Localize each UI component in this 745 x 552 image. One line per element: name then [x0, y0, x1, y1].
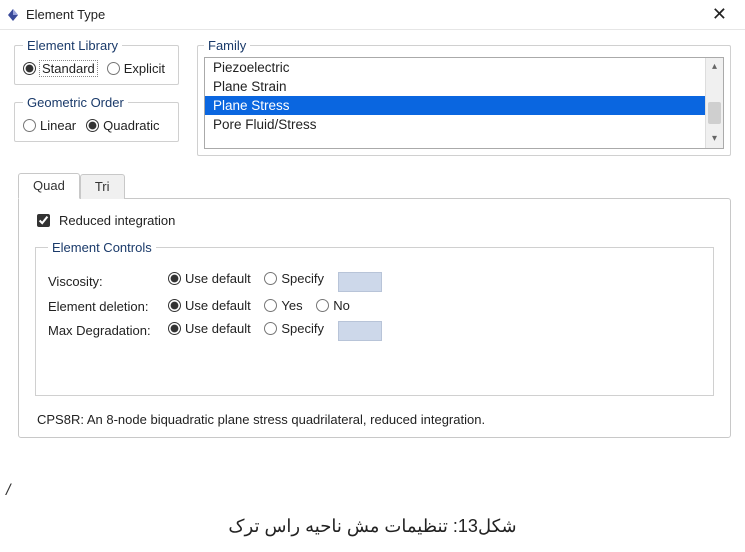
scroll-thumb[interactable]: [708, 102, 721, 124]
scroll-up-icon[interactable]: ▴: [706, 58, 723, 76]
reduced-integration-checkbox[interactable]: [37, 214, 50, 227]
max-degradation-use-default-input[interactable]: [168, 322, 181, 335]
family-item-1[interactable]: Plane Strain: [205, 77, 705, 96]
viscosity-specify[interactable]: Specify: [264, 271, 324, 286]
upper-panel: Element Library Standard Explicit Geomet…: [0, 30, 745, 166]
viscosity-value-field[interactable]: [338, 272, 382, 292]
viscosity-specify-input[interactable]: [264, 272, 277, 285]
app-icon: [6, 8, 20, 22]
radio-standard[interactable]: Standard: [23, 61, 97, 76]
tab-pane-quad: Reduced integration Element Controls Vis…: [18, 198, 731, 438]
max-degradation-use-default[interactable]: Use default: [168, 321, 251, 336]
max-degradation-specify[interactable]: Specify: [264, 321, 324, 336]
max-degradation-value-field[interactable]: [338, 321, 382, 341]
family-item-2[interactable]: Plane Stress: [205, 96, 705, 115]
element-deletion-label: Element deletion:: [48, 298, 168, 315]
radio-explicit-label: Explicit: [124, 61, 165, 76]
figure-caption: شکل13: تنظیمات مش ناحیه راس ترک: [0, 516, 745, 537]
scroll-down-icon[interactable]: ▾: [706, 130, 723, 148]
element-deletion-use-default[interactable]: Use default: [168, 298, 251, 313]
radio-standard-label: Standard: [40, 61, 97, 76]
max-degradation-use-default-text: Use default: [185, 321, 251, 336]
radio-quadratic-label: Quadratic: [103, 118, 159, 133]
title-bar: Element Type ✕: [0, 0, 745, 30]
element-library-group: Element Library Standard Explicit: [14, 38, 179, 85]
geometric-order-legend: Geometric Order: [23, 95, 128, 110]
family-group: Family Piezoelectric Plane Strain Plane …: [197, 38, 731, 156]
viscosity-use-default-text: Use default: [185, 271, 251, 286]
geometric-order-group: Geometric Order Linear Quadratic: [14, 95, 179, 142]
radio-standard-input[interactable]: [23, 62, 36, 75]
element-library-legend: Element Library: [23, 38, 122, 53]
element-controls-legend: Element Controls: [48, 240, 156, 255]
viscosity-label: Viscosity:: [48, 271, 168, 292]
radio-explicit-input[interactable]: [107, 62, 120, 75]
element-deletion-use-default-text: Use default: [185, 298, 251, 313]
family-item-0[interactable]: Piezoelectric: [205, 58, 705, 77]
family-listbox[interactable]: Piezoelectric Plane Strain Plane Stress …: [204, 57, 724, 149]
radio-linear-input[interactable]: [23, 119, 36, 132]
lower-panel: Quad Tri Reduced integration Element Con…: [0, 166, 745, 438]
radio-linear-label: Linear: [40, 118, 76, 133]
element-deletion-no-input[interactable]: [316, 299, 329, 312]
stray-slash: /: [6, 482, 10, 500]
tab-tri[interactable]: Tri: [80, 174, 125, 199]
family-item-3[interactable]: Pore Fluid/Stress: [205, 115, 705, 134]
family-scrollbar[interactable]: ▴ ▾: [705, 58, 723, 148]
family-legend: Family: [204, 38, 250, 53]
tab-strip: Quad Tri: [18, 172, 731, 198]
radio-quadratic[interactable]: Quadratic: [86, 118, 159, 133]
close-button[interactable]: ✕: [702, 5, 737, 23]
element-deletion-no-text: No: [333, 298, 350, 313]
window-title: Element Type: [26, 7, 702, 22]
max-degradation-specify-text: Specify: [281, 321, 324, 336]
reduced-integration-label: Reduced integration: [59, 213, 175, 228]
viscosity-specify-text: Specify: [281, 271, 324, 286]
element-deletion-yes-input[interactable]: [264, 299, 277, 312]
radio-quadratic-input[interactable]: [86, 119, 99, 132]
element-deletion-no[interactable]: No: [316, 298, 350, 313]
max-degradation-specify-input[interactable]: [264, 322, 277, 335]
tab-quad[interactable]: Quad: [18, 173, 80, 199]
max-degradation-label: Max Degradation:: [48, 321, 168, 342]
element-description: CPS8R: An 8-node biquadratic plane stres…: [33, 412, 716, 427]
viscosity-use-default[interactable]: Use default: [168, 271, 251, 286]
element-deletion-yes[interactable]: Yes: [264, 298, 302, 313]
element-deletion-yes-text: Yes: [281, 298, 302, 313]
element-deletion-use-default-input[interactable]: [168, 299, 181, 312]
radio-explicit[interactable]: Explicit: [107, 61, 165, 76]
radio-linear[interactable]: Linear: [23, 118, 76, 133]
element-controls-group: Element Controls Viscosity: Use default …: [35, 240, 714, 396]
viscosity-use-default-input[interactable]: [168, 272, 181, 285]
